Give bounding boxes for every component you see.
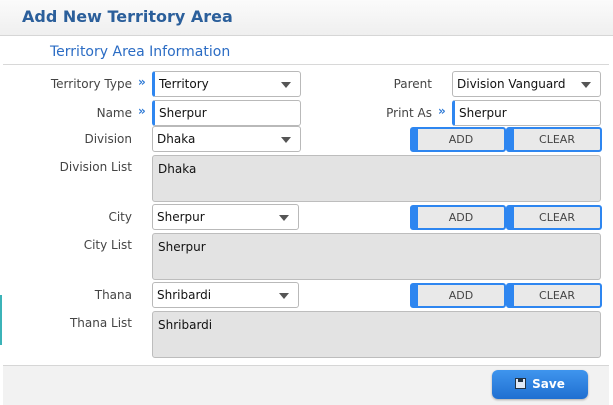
- division-label: Division: [84, 132, 132, 146]
- thana-clear-button[interactable]: CLEAR: [506, 283, 602, 308]
- section-divider: [3, 64, 609, 65]
- parent-select[interactable]: Division Vanguard: [452, 71, 601, 97]
- page-header: Add New Territory Area: [0, 0, 613, 36]
- city-listbox[interactable]: Sherpur: [152, 233, 601, 280]
- chevron-down-icon: [281, 82, 291, 88]
- division-list-label: Division List: [59, 160, 132, 174]
- city-clear-button[interactable]: CLEAR: [506, 205, 602, 230]
- thana-value: Shribardi: [157, 288, 212, 302]
- division-select[interactable]: Dhaka: [152, 126, 301, 152]
- section-title: Territory Area Information: [50, 44, 231, 60]
- city-value: Sherpur: [157, 210, 205, 224]
- thana-listbox[interactable]: Shribardi: [152, 311, 601, 358]
- division-value: Dhaka: [157, 132, 196, 146]
- city-select[interactable]: Sherpur: [152, 204, 299, 230]
- required-arrow-icon: »: [138, 104, 146, 118]
- division-add-button[interactable]: ADD: [410, 127, 506, 152]
- thana-select[interactable]: Shribardi: [152, 282, 299, 308]
- chevron-down-icon: [279, 293, 289, 299]
- parent-value: Division Vanguard: [457, 77, 566, 91]
- division-clear-button[interactable]: CLEAR: [506, 127, 602, 152]
- thana-list-label: Thana List: [69, 316, 132, 330]
- save-button[interactable]: Save: [492, 370, 588, 399]
- left-accent-bar: [0, 295, 2, 345]
- print-as-label: Print As: [386, 106, 432, 120]
- territory-type-label: Territory Type: [50, 77, 132, 91]
- page-title: Add New Territory Area: [22, 7, 233, 26]
- territory-type-value: Territory: [159, 77, 209, 91]
- chevron-down-icon: [279, 215, 289, 221]
- territory-type-select[interactable]: Territory: [152, 71, 301, 97]
- list-item[interactable]: Shribardi: [158, 318, 595, 332]
- save-label: Save: [532, 377, 565, 391]
- thana-label: Thana: [94, 288, 132, 302]
- name-label: Name: [96, 106, 132, 120]
- chevron-down-icon: [281, 137, 291, 143]
- parent-label: Parent: [393, 77, 432, 91]
- division-listbox[interactable]: Dhaka: [152, 155, 601, 202]
- print-as-input[interactable]: Sherpur: [452, 100, 601, 126]
- thana-add-button[interactable]: ADD: [410, 283, 506, 308]
- city-add-button[interactable]: ADD: [410, 205, 506, 230]
- city-list-label: City List: [83, 238, 132, 252]
- city-label: City: [108, 210, 132, 224]
- floppy-disk-icon: [515, 378, 527, 389]
- name-input[interactable]: Sherpur: [152, 100, 301, 126]
- required-arrow-icon: »: [438, 104, 446, 118]
- required-arrow-icon: »: [138, 75, 146, 89]
- list-item[interactable]: Dhaka: [158, 162, 595, 176]
- chevron-down-icon: [581, 82, 591, 88]
- list-item[interactable]: Sherpur: [158, 240, 595, 254]
